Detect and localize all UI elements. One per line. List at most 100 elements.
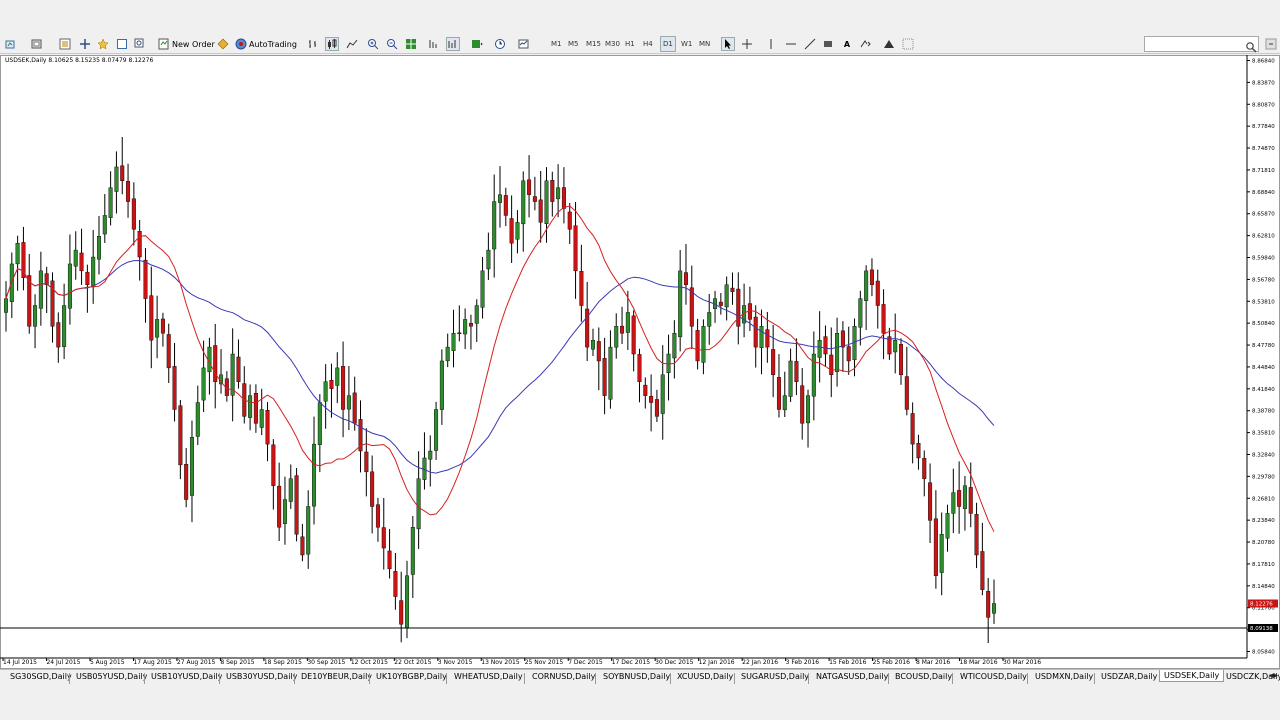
bearish-candle[interactable] <box>137 231 142 258</box>
strategy-tester-button[interactable] <box>133 36 147 52</box>
bearish-candle[interactable] <box>846 346 851 362</box>
bearish-candle[interactable] <box>649 395 654 403</box>
tab-xcuusd[interactable]: XCUUSD,Daily <box>677 672 733 681</box>
text-button[interactable]: A <box>840 36 854 52</box>
bullish-candle[interactable] <box>312 443 317 507</box>
bullish-candle[interactable] <box>259 409 264 428</box>
timeframe-m15[interactable]: M15 <box>586 36 601 52</box>
bullish-candle[interactable] <box>707 312 712 327</box>
bearish-candle[interactable] <box>393 571 398 597</box>
bearish-candle[interactable] <box>904 376 909 410</box>
bullish-candle[interactable] <box>288 478 293 502</box>
bullish-candle[interactable] <box>806 395 811 424</box>
tab-wheatusd[interactable]: WHEATUSD,Daily <box>454 672 523 681</box>
bearish-candle[interactable] <box>928 482 933 521</box>
crosshair-button[interactable] <box>740 36 754 52</box>
horizontal-line-button[interactable] <box>784 36 798 52</box>
bearish-candle[interactable] <box>143 259 148 299</box>
timeframe-m30[interactable]: M30 <box>605 36 620 52</box>
tab-bcousd[interactable]: BCOUSD,Daily <box>895 672 952 681</box>
bullish-candle[interactable] <box>102 215 107 235</box>
bullish-candle[interactable] <box>317 402 322 445</box>
bullish-candle[interactable] <box>189 436 194 496</box>
trendline-button[interactable] <box>803 36 817 52</box>
bullish-candle[interactable] <box>405 575 410 629</box>
data-window-button[interactable] <box>115 36 129 52</box>
bearish-candle[interactable] <box>550 180 555 202</box>
cursor-button[interactable] <box>721 36 735 52</box>
bearish-candle[interactable] <box>149 295 154 341</box>
bullish-candle[interactable] <box>858 298 863 328</box>
metaeditor-button[interactable] <box>216 36 230 52</box>
bullish-candle[interactable] <box>428 450 433 460</box>
price-chart[interactable]: 8.86840 8.83870 8.80870 8.77840 8.74870 8.718… <box>0 55 1280 669</box>
bearish-candle[interactable] <box>352 392 357 424</box>
bearish-candle[interactable] <box>800 385 805 424</box>
new-order-button[interactable]: New Order <box>157 36 215 52</box>
bullish-candle[interactable] <box>672 333 677 359</box>
bearish-candle[interactable] <box>294 475 299 535</box>
bearish-candle[interactable] <box>643 384 648 396</box>
shapes-button[interactable] <box>882 36 896 52</box>
bullish-candle[interactable] <box>451 333 456 351</box>
bullish-candle[interactable] <box>108 187 113 218</box>
timeframe-m5[interactable]: M5 <box>568 36 579 52</box>
bullish-candle[interactable] <box>38 270 43 309</box>
timeframe-w1[interactable]: W1 <box>681 36 692 52</box>
bullish-candle[interactable] <box>62 305 67 347</box>
bearish-candle[interactable] <box>823 336 828 355</box>
bearish-candle[interactable] <box>236 356 241 382</box>
candlestick-button[interactable] <box>325 36 339 52</box>
bearish-candle[interactable] <box>538 199 543 223</box>
tab-usb10yusd[interactable]: USB10YUSD,Daily <box>151 672 222 681</box>
bearish-candle[interactable] <box>271 444 276 486</box>
bearish-candle[interactable] <box>869 269 874 285</box>
search-input[interactable] <box>1144 36 1259 52</box>
bearish-candle[interactable] <box>689 287 694 327</box>
bullish-candle[interactable] <box>724 284 729 308</box>
bullish-candle[interactable] <box>992 603 997 614</box>
bullish-candle[interactable] <box>91 256 96 288</box>
bearish-candle[interactable] <box>44 273 49 285</box>
bullish-candle[interactable] <box>498 194 503 203</box>
bearish-candle[interactable] <box>933 518 938 576</box>
bullish-candle[interactable] <box>962 485 967 509</box>
new-chart-button[interactable] <box>4 36 18 52</box>
tab-usdzar[interactable]: USDZAR,Daily <box>1101 672 1157 681</box>
bullish-candle[interactable] <box>346 395 351 410</box>
bullish-candle[interactable] <box>939 534 944 573</box>
bullish-candle[interactable] <box>416 478 421 530</box>
bullish-candle[interactable] <box>782 395 787 411</box>
indicators-button[interactable] <box>470 36 484 52</box>
bearish-candle[interactable] <box>736 288 741 327</box>
bearish-candle[interactable] <box>265 410 270 445</box>
bearish-candle[interactable] <box>370 471 375 507</box>
bullish-candle[interactable] <box>306 506 311 555</box>
bullish-candle[interactable] <box>73 249 78 267</box>
bullish-candle[interactable] <box>788 360 793 397</box>
bullish-candle[interactable] <box>759 326 764 348</box>
bullish-candle[interactable] <box>33 305 38 327</box>
timeframe-m1[interactable]: M1 <box>551 36 562 52</box>
periods-button[interactable] <box>493 36 507 52</box>
bearish-candle[interactable] <box>160 318 165 334</box>
bullish-candle[interactable] <box>864 270 869 301</box>
bearish-candle[interactable] <box>899 344 904 376</box>
bullish-candle[interactable] <box>463 319 468 335</box>
bearish-candle[interactable] <box>986 590 991 618</box>
bullish-candle[interactable] <box>410 527 415 575</box>
bullish-candle[interactable] <box>248 395 253 418</box>
bearish-candle[interactable] <box>829 354 834 376</box>
bearish-candle[interactable] <box>364 451 369 473</box>
bearish-candle[interactable] <box>457 332 462 335</box>
bearish-candle[interactable] <box>253 392 258 424</box>
help-button[interactable] <box>1264 36 1278 52</box>
bearish-candle[interactable] <box>120 165 125 182</box>
bullish-candle[interactable] <box>96 236 101 260</box>
tab-natgasusd[interactable]: NATGASUSD,Daily <box>816 672 888 681</box>
bullish-candle[interactable] <box>15 242 20 265</box>
bullish-candle[interactable] <box>590 339 595 350</box>
bullish-candle[interactable] <box>445 346 450 362</box>
bearish-candle[interactable] <box>602 358 607 396</box>
tab-scroll-right-icon[interactable]: ▸ <box>1273 671 1278 681</box>
